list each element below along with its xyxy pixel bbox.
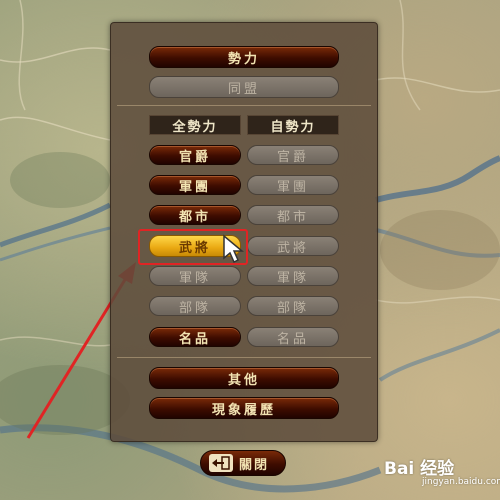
road — [399, 0, 421, 111]
all-units-button[interactable]: 部隊 — [149, 296, 241, 316]
own-ranks-button[interactable]: 官爵 — [247, 145, 339, 165]
all-ranks-button[interactable]: 官爵 — [149, 145, 241, 165]
all-armies-button[interactable]: 軍隊 — [149, 266, 241, 286]
own-cities-button[interactable]: 都市 — [247, 205, 339, 225]
all-factions-header: 全勢力 — [149, 115, 241, 135]
all-corps-button[interactable]: 軍團 — [149, 175, 241, 195]
road — [0, 116, 111, 141]
watermark-text: Bai 经验 — [384, 459, 455, 479]
watermark: Bai 经验 jingyan.baidu.com — [380, 450, 500, 490]
road — [0, 336, 111, 347]
road — [18, 0, 26, 111]
other-button[interactable]: 其他 — [149, 367, 339, 389]
alliance-button[interactable]: 同盟 — [149, 76, 339, 98]
own-corps-button[interactable]: 軍團 — [247, 175, 339, 195]
close-button[interactable]: 關閉 — [200, 450, 286, 476]
mouse-cursor-icon — [223, 234, 244, 264]
river — [0, 226, 111, 262]
river — [0, 202, 112, 248]
faction-button[interactable]: 勢力 — [149, 46, 339, 68]
own-generals-button[interactable]: 武將 — [247, 236, 339, 256]
close-button-label: 關閉 — [239, 457, 270, 473]
all-cities-button[interactable]: 都市 — [149, 205, 241, 225]
road — [0, 47, 111, 63]
own-armies-button[interactable]: 軍隊 — [247, 266, 339, 286]
exit-icon — [209, 454, 233, 472]
watermark-subtext: jingyan.baidu.com — [422, 477, 500, 487]
river — [375, 155, 500, 203]
event-history-button[interactable]: 現象履歷 — [149, 397, 339, 419]
road — [375, 77, 500, 93]
all-treasures-button[interactable]: 名品 — [149, 327, 241, 347]
own-faction-header: 自勢力 — [247, 115, 339, 135]
own-treasures-button[interactable]: 名品 — [247, 327, 339, 347]
divider — [117, 357, 371, 358]
own-units-button[interactable]: 部隊 — [247, 296, 339, 316]
divider — [117, 105, 371, 106]
road — [375, 296, 500, 304]
river — [378, 328, 500, 382]
